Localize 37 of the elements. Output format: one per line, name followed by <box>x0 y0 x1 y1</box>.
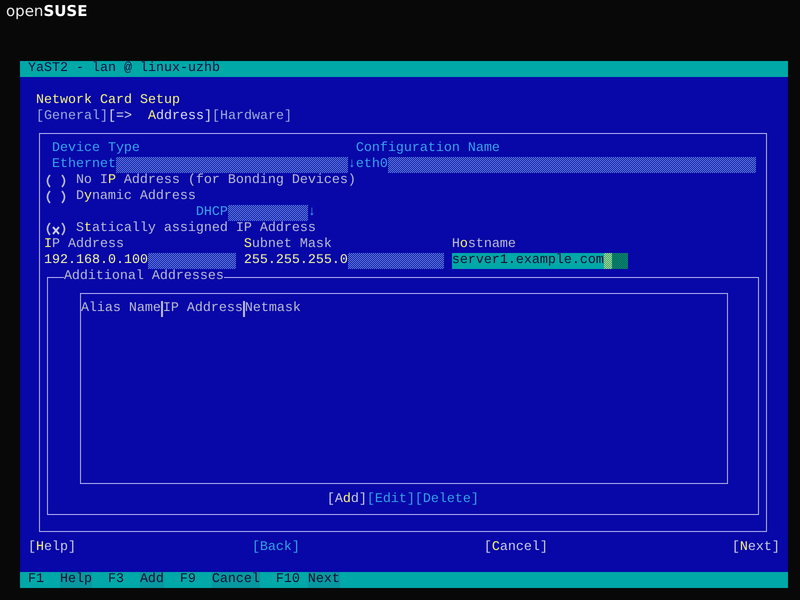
function-key-action[interactable]: Help <box>60 572 92 588</box>
input-field[interactable]: 255.255.255.0 <box>244 253 444 269</box>
input-field[interactable]: 192.168.0.100 <box>44 253 236 269</box>
button[interactable]: [Add] <box>326 492 367 508</box>
button[interactable]: [Cancel] <box>484 540 548 556</box>
tab[interactable]: [=> Address] <box>108 109 212 125</box>
radio-label[interactable]: Dynamic Address <box>76 189 196 205</box>
function-key-action[interactable]: Cancel <box>212 572 260 588</box>
button[interactable]: [Next] <box>732 540 780 556</box>
button[interactable]: [Help] <box>28 540 76 556</box>
key-label: F10 <box>276 572 301 588</box>
field-label: Hostname <box>452 237 516 252</box>
configuration-name-field[interactable]: eth0 <box>356 157 756 173</box>
window-title: YaST2 - lan @ linux-uzhb <box>20 61 788 77</box>
radio-button[interactable] <box>44 221 68 237</box>
radio-button[interactable] <box>44 189 68 205</box>
field-label: Configuration Name <box>356 141 500 157</box>
function-key-action[interactable]: Next <box>308 572 340 588</box>
dialog-heading: Network Card Setup <box>36 93 180 109</box>
key-label: F3 <box>108 572 125 588</box>
key-label: F1 <box>28 572 45 588</box>
tab[interactable]: [General] <box>36 109 108 125</box>
column-header[interactable]: Alias Name <box>80 301 161 317</box>
radio-button[interactable] <box>44 173 68 189</box>
key-label: F9 <box>180 572 197 588</box>
field-label: Subnet Mask <box>244 237 332 252</box>
tab[interactable]: [Hardware] <box>212 109 292 125</box>
field-label: Device Type <box>52 141 141 157</box>
field-label: IP Address <box>44 237 124 252</box>
column-header[interactable]: Netmask <box>242 301 301 317</box>
function-key-action[interactable]: Add <box>140 572 164 588</box>
dhcp-dropdown[interactable]: DHCP ↓ <box>196 205 316 221</box>
radio-label[interactable]: No IP Address (for Bonding Devices) <box>76 173 356 189</box>
radio-label[interactable]: Statically assigned IP Address <box>76 221 316 237</box>
column-header[interactable]: IP Address <box>160 301 243 317</box>
device-type-dropdown[interactable]: Ethernet ↓ <box>52 157 356 173</box>
logo: openSUSE <box>6 2 88 20</box>
